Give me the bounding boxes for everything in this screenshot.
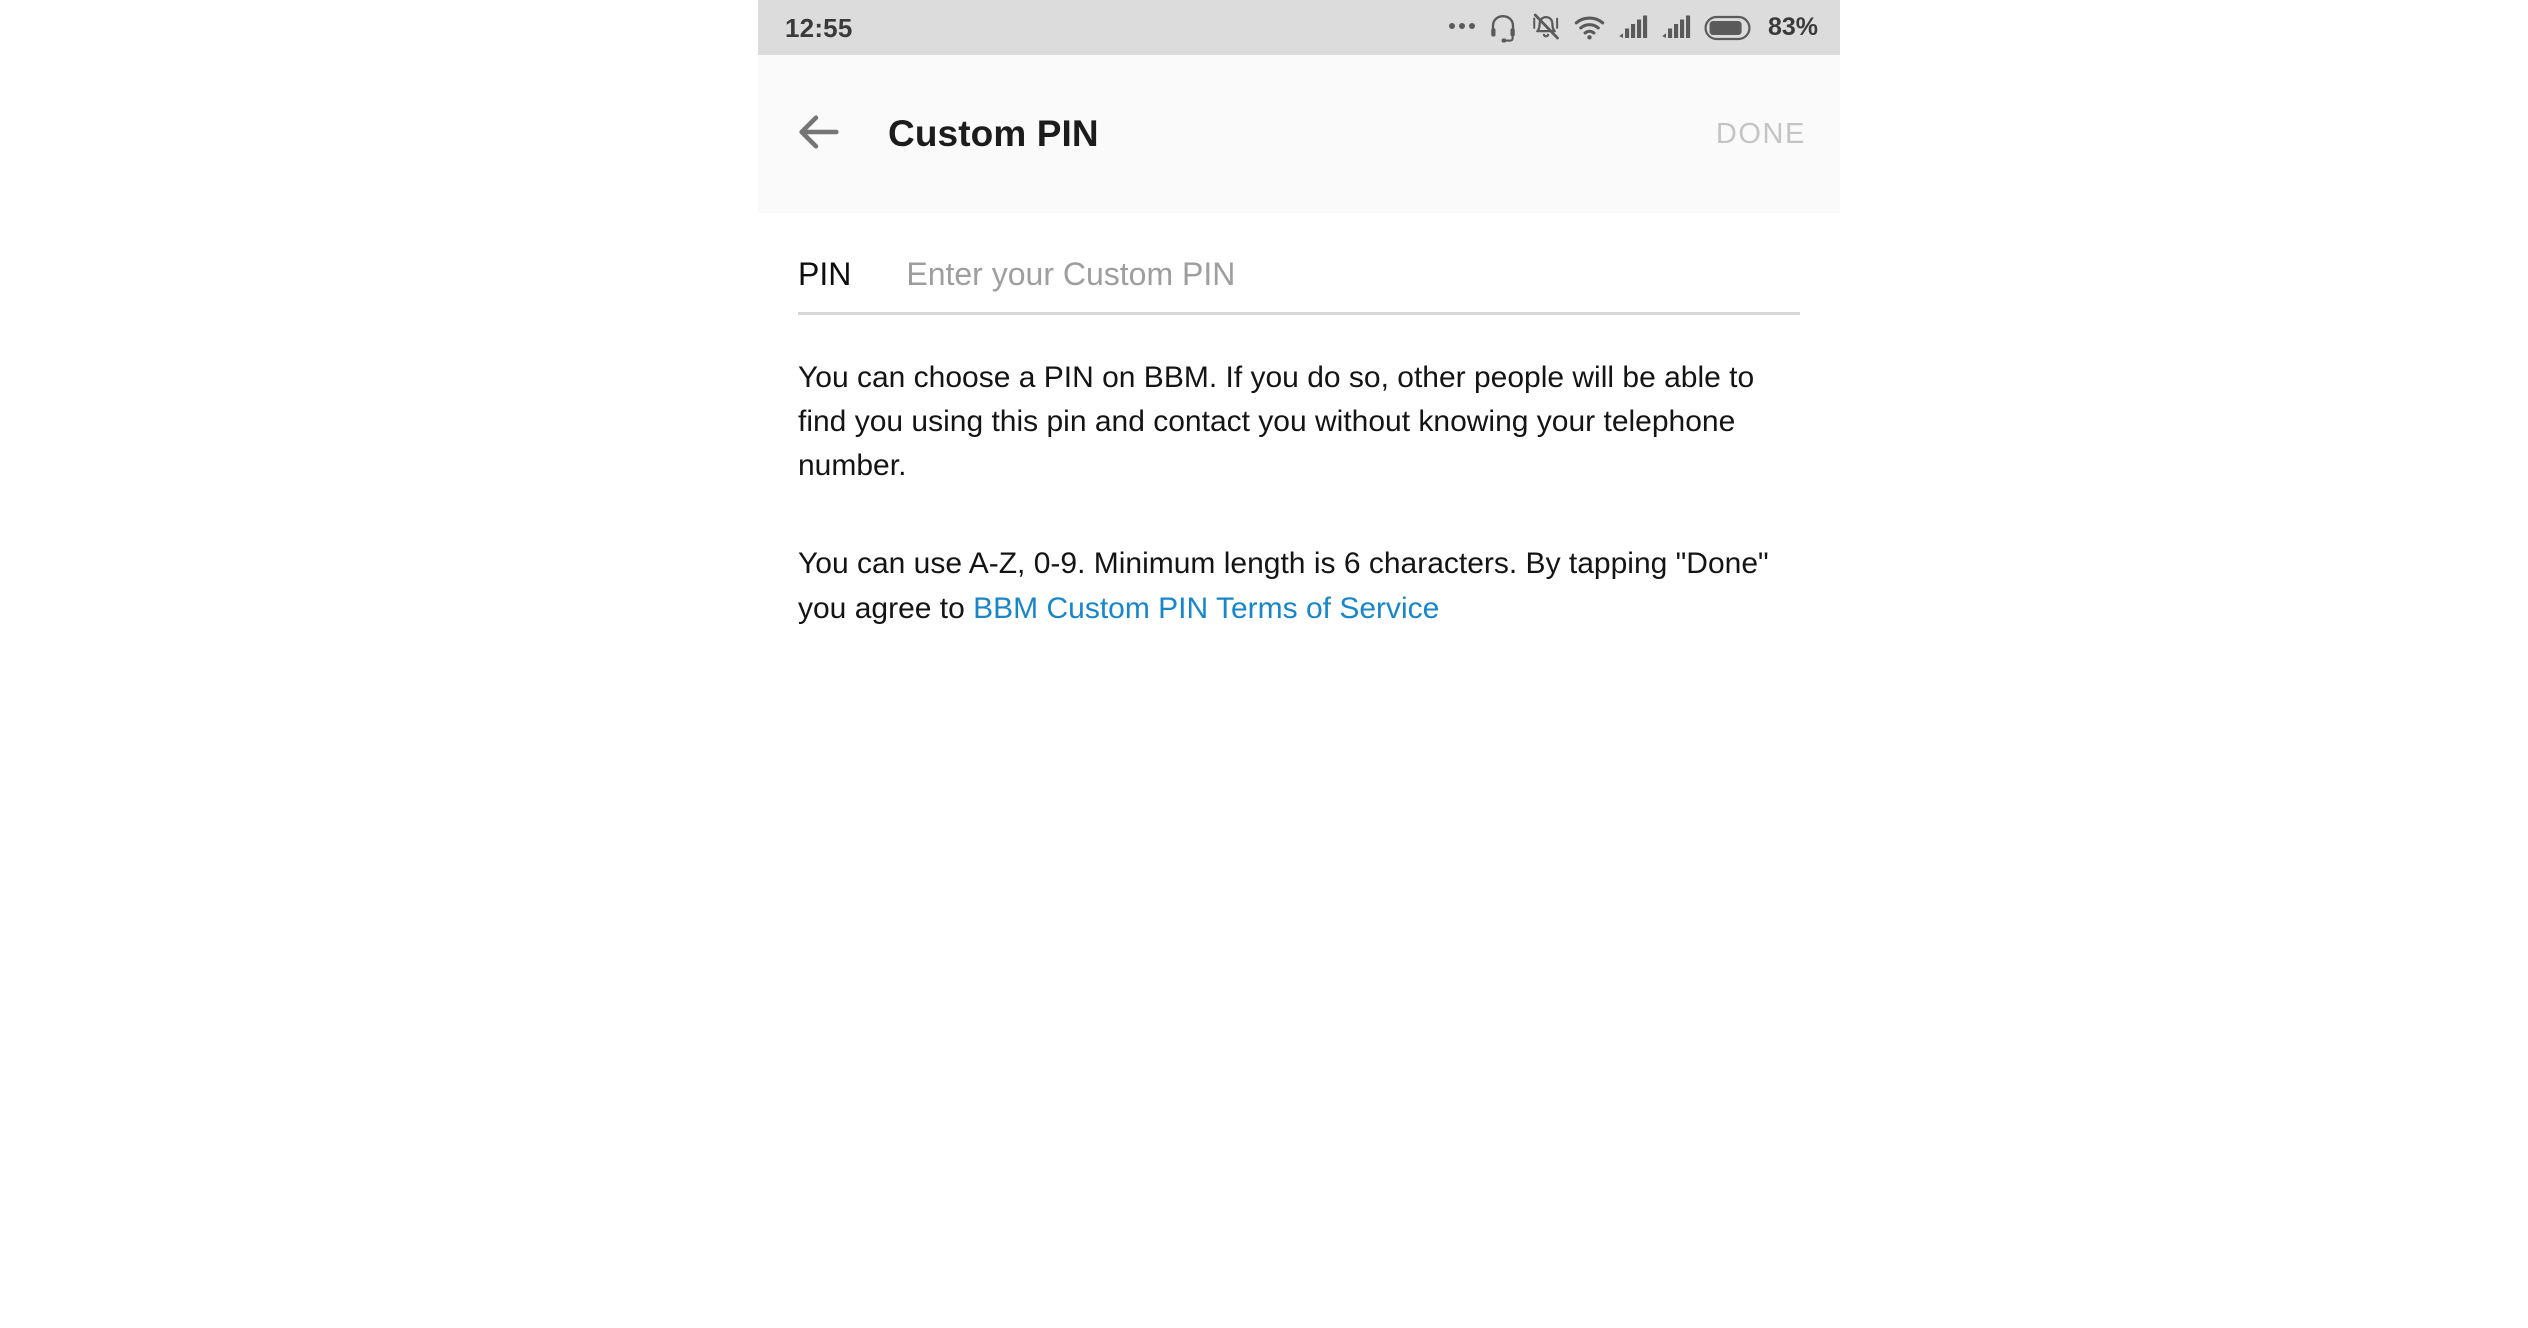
content-area: PIN You can choose a PIN on BBM. If you … bbox=[758, 213, 1840, 631]
headset-icon bbox=[1488, 13, 1518, 43]
pin-label: PIN bbox=[798, 256, 852, 292]
signal-bars-sim2-icon bbox=[1661, 14, 1691, 42]
status-bar-icons: 83% bbox=[1448, 12, 1818, 43]
done-button[interactable]: DONE bbox=[1716, 118, 1806, 151]
pin-input[interactable] bbox=[906, 257, 1800, 293]
status-bar: 12:55 83% bbox=[758, 0, 1840, 55]
silent-vibrate-icon bbox=[1531, 13, 1561, 43]
terms-of-service-link[interactable]: BBM Custom PIN Terms of Service bbox=[973, 592, 1439, 625]
signal-bars-sim1-icon bbox=[1618, 14, 1648, 42]
battery-percent-label: 83% bbox=[1767, 13, 1818, 41]
back-button[interactable] bbox=[782, 97, 856, 171]
arrow-left-icon bbox=[793, 106, 845, 163]
status-bar-clock: 12:55 bbox=[785, 12, 853, 43]
phone-screen: 12:55 83% Custom PIN DONE PIN Enter your… bbox=[758, 0, 1840, 1328]
battery-icon bbox=[1704, 14, 1751, 42]
more-dots-icon bbox=[1448, 23, 1475, 32]
app-bar: Custom PIN DONE bbox=[758, 55, 1840, 213]
wifi-icon bbox=[1574, 12, 1605, 43]
description-paragraph-one: You can choose a PIN on BBM. If you do s… bbox=[798, 361, 1755, 483]
pin-field-row: PIN bbox=[798, 213, 1800, 316]
page-title: Custom PIN bbox=[888, 113, 1099, 154]
description-paragraph-two: You can use A-Z, 0-9. Minimum length is … bbox=[798, 542, 1800, 630]
